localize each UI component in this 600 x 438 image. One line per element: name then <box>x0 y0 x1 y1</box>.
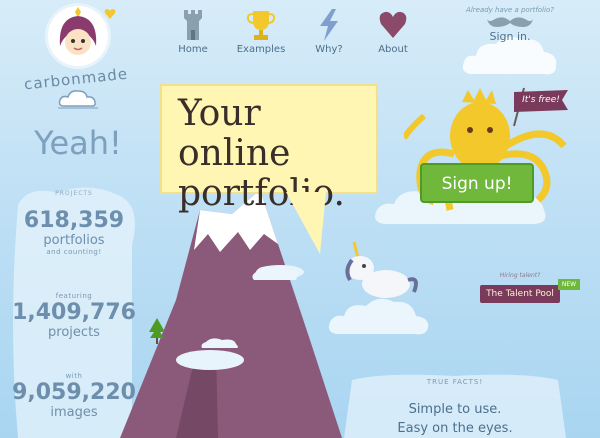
nav-home[interactable]: Home <box>158 8 228 55</box>
nav-about[interactable]: About <box>358 8 428 55</box>
small-cloud <box>252 265 298 280</box>
signup-button[interactable]: Sign up! <box>420 163 534 203</box>
castle-tower-icon <box>184 10 202 40</box>
nav-why-label: Why? <box>315 44 343 55</box>
already-have-portfolio: Already have a portfolio? <box>466 6 554 14</box>
free-flag-text: It's free! <box>522 95 560 105</box>
images-stat: with 9,059,220 images <box>10 372 138 420</box>
portfolios-tag-wrap: PROJECTS <box>10 190 138 197</box>
hiring-talent-text: Hiring talent? <box>499 272 541 279</box>
portfolios-label: portfolios <box>43 233 105 248</box>
small-cloud <box>201 338 238 348</box>
signin-link[interactable]: Sign in. <box>470 30 550 43</box>
lightning-bolt-icon <box>320 9 338 41</box>
nav-home-label: Home <box>178 44 208 55</box>
projects-count: 1,409,776 <box>12 300 136 325</box>
trophy-icon <box>246 11 276 40</box>
nav-about-label: About <box>378 44 408 55</box>
images-count: 9,059,220 <box>12 380 136 405</box>
girl-avatar-icon <box>50 7 106 64</box>
nav-examples-label: Examples <box>236 44 286 55</box>
mustache-icon <box>487 14 533 28</box>
pine-tree-icon <box>149 318 165 344</box>
nav-why[interactable]: Why? <box>294 8 364 55</box>
headline-line1: Your online <box>178 93 291 174</box>
portfolios-count: 618,359 <box>23 208 125 233</box>
images-pre: with <box>65 372 83 380</box>
headline-bubble: Your online portfolio. <box>160 84 378 214</box>
heart-icon <box>379 11 407 38</box>
projects-label: projects <box>48 325 100 340</box>
headline: Your online portfolio. <box>178 94 360 214</box>
talent-pool-button[interactable]: The Talent Pool <box>480 285 560 303</box>
logo-avatar[interactable] <box>48 6 108 66</box>
images-label: images <box>50 405 98 420</box>
fact-simple: Simple to use. <box>408 402 502 417</box>
projects-pre: featuring <box>55 292 93 300</box>
true-facts-heading: TRUE FACTS! <box>426 378 484 386</box>
bubble-tail <box>286 192 326 254</box>
projects-tag: PROJECTS <box>55 190 93 197</box>
nav-examples[interactable]: Examples <box>226 8 296 55</box>
new-badge: NEW <box>558 279 580 290</box>
unicorn-illustration <box>345 241 418 298</box>
yeah-heading: Yeah! <box>34 124 122 162</box>
cloud-icon <box>58 90 98 109</box>
projects-stat: featuring 1,409,776 projects <box>10 292 138 340</box>
heart-icon <box>104 9 116 19</box>
portfolios-sub: and counting! <box>46 248 102 256</box>
portfolios-stat: 618,359 portfolios and counting! <box>10 208 138 256</box>
fact-easy: Easy on the eyes. <box>397 421 513 436</box>
